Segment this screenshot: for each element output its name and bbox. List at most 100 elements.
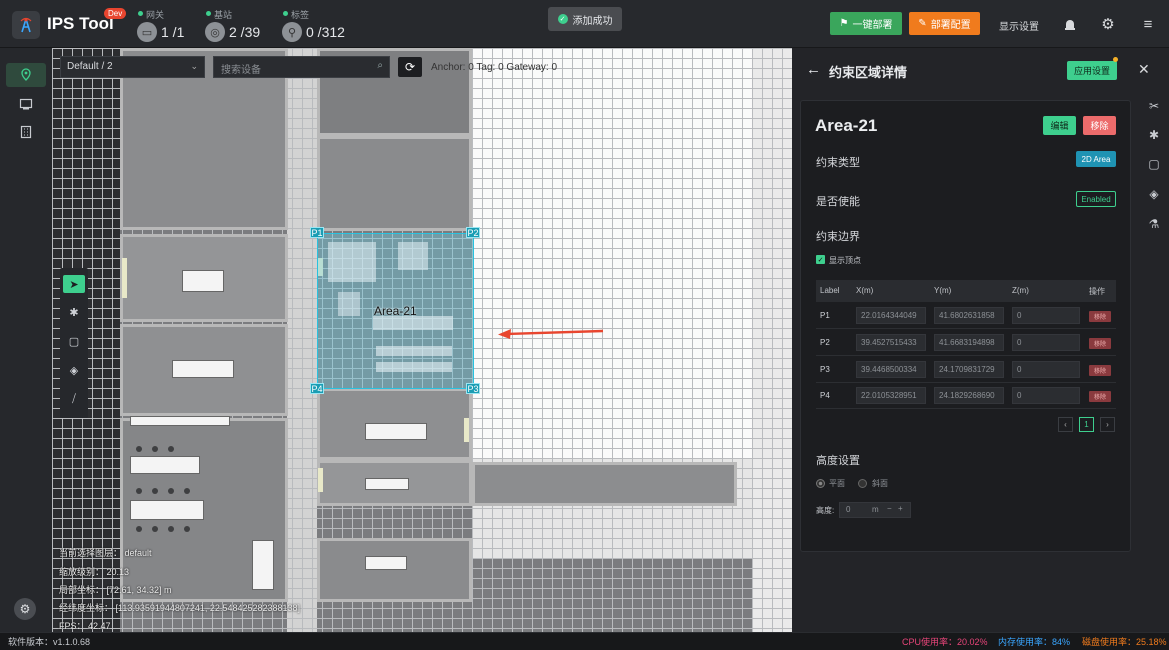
remove-button[interactable]: 移除	[1083, 116, 1116, 135]
flat-radio[interactable]	[816, 479, 825, 488]
apply-settings-button[interactable]: 应用设置	[1067, 61, 1117, 80]
chevron-down-icon: ⌄	[190, 61, 198, 71]
gear-icon[interactable]: ⚙	[1098, 14, 1118, 34]
alarm-icon[interactable]	[1060, 14, 1080, 34]
z-input[interactable]: 0	[1012, 387, 1080, 404]
map-tools: ➤ ✱ ▢ ◈ ⧸	[60, 268, 88, 418]
boundary-label: 约束边界	[816, 231, 860, 243]
menu-icon[interactable]: ≡	[1138, 14, 1158, 34]
remove-row-button[interactable]: 移除	[1089, 338, 1111, 349]
debug-tool-icon[interactable]: ✱	[63, 303, 85, 321]
back-arrow-icon[interactable]: ←	[806, 61, 821, 78]
vertex-p4[interactable]: P4	[310, 383, 324, 394]
minus-icon[interactable]: −	[887, 504, 892, 513]
col-op: 操作	[1089, 287, 1105, 296]
vertex-p3[interactable]: P3	[466, 383, 480, 394]
slope-label: 斜面	[872, 479, 888, 488]
z-input[interactable]: 0	[1012, 334, 1080, 351]
layers-tool-icon[interactable]: ◈	[63, 361, 85, 379]
gateway-stat: 网关 ▭ 1 /1	[137, 6, 197, 44]
layer-select[interactable]: Default / 2 ⌄	[60, 56, 205, 78]
y-input[interactable]: 24.1829268690	[934, 387, 1004, 404]
refresh-button[interactable]: ⟳	[398, 57, 422, 77]
device-counts: Anchor: 0 Tag: 0 Gateway: 0	[431, 62, 558, 73]
y-input[interactable]: 24.1709831729	[934, 361, 1004, 378]
tag-label: 标签	[291, 10, 310, 20]
page-number[interactable]: 1	[1079, 417, 1094, 432]
deploy-config-button[interactable]: ✎ 部署配置	[909, 12, 980, 35]
disk-usage: 磁盘使用率：25.18%	[1082, 637, 1167, 647]
z-input[interactable]: 0	[1012, 307, 1080, 324]
status-dot	[206, 11, 211, 16]
y-input[interactable]: 41.6683194898	[934, 334, 1004, 351]
show-vertices-label: 显示顶点	[829, 256, 861, 265]
slope-radio[interactable]	[858, 479, 867, 488]
search-placeholder: 搜索设备	[221, 65, 261, 76]
anchor-icon: ◎	[205, 22, 225, 42]
area-icon[interactable]: ▢	[1146, 156, 1162, 172]
red-arrow-icon	[498, 329, 604, 339]
tag-stat: 标签 ⚲ 0 /312	[282, 6, 346, 44]
tag-icon: ⚲	[282, 22, 302, 42]
table-row: P2 39.4527515433 41.6683194898 0 移除	[816, 330, 1116, 356]
row-label: P2	[820, 338, 830, 347]
height-unit: m	[872, 505, 879, 514]
x-input[interactable]: 22.0164344049	[856, 307, 926, 324]
plus-icon[interactable]: +	[898, 504, 903, 513]
layers-icon[interactable]: ◈	[1146, 186, 1162, 202]
remove-row-button[interactable]: 移除	[1089, 311, 1111, 322]
height-field-label: 高度:	[816, 506, 835, 515]
dev-badge: Dev	[104, 8, 127, 19]
remove-row-button[interactable]: 移除	[1089, 391, 1111, 402]
height-settings-label: 高度设置	[816, 455, 860, 467]
tools-icon[interactable]: ✂	[1146, 98, 1162, 114]
vertex-p2[interactable]: P2	[466, 227, 480, 238]
sidebar-item-devices[interactable]	[6, 92, 46, 116]
flask-icon[interactable]: ⚗	[1146, 216, 1162, 232]
check-icon: ✓	[557, 14, 568, 24]
z-input[interactable]: 0	[1012, 361, 1080, 378]
prev-page-icon[interactable]: ‹	[1058, 417, 1073, 432]
sidebar-item-building[interactable]	[6, 120, 46, 144]
close-icon[interactable]: ✕	[1138, 61, 1150, 78]
one-click-deploy-button[interactable]: ⚑ 一键部署	[830, 12, 902, 35]
area-label: Area-21	[374, 304, 417, 318]
next-page-icon[interactable]: ›	[1100, 417, 1115, 432]
cpu-usage: CPU使用率：20.02%	[902, 637, 988, 647]
refresh-icon: ⟳	[404, 60, 416, 74]
config-label: 部署配置	[930, 20, 971, 31]
layer-info: 当前选择图层： default	[59, 548, 152, 558]
enabled-badge[interactable]: Enabled	[1076, 191, 1116, 207]
vertex-p1[interactable]: P1	[310, 227, 324, 238]
ruler-tool-icon[interactable]: ⧸	[63, 390, 85, 408]
status-bar	[0, 632, 1169, 650]
y-input[interactable]: 41.6802631858	[934, 307, 1004, 324]
x-input[interactable]: 39.4527515433	[856, 334, 926, 351]
gateway-icon: ▭	[137, 22, 157, 42]
row-label: P1	[820, 311, 830, 320]
app-title: IPS Tool	[47, 14, 114, 33]
success-toast: ✓ 添加成功	[548, 7, 622, 31]
zoom-info: 缩放级别： 20.13	[59, 567, 130, 577]
layer-select-value: Default / 2	[67, 61, 113, 72]
device-search-input[interactable]: 搜索设备 ⌕	[213, 56, 390, 78]
settings-gear-icon[interactable]: ⚙	[14, 598, 36, 620]
deploy-icon: ⚑	[839, 18, 849, 29]
panel-title: 约束区域详情	[829, 65, 908, 80]
station-label: 基站	[214, 10, 233, 20]
bug-icon[interactable]: ✱	[1146, 127, 1162, 143]
height-input[interactable]: 0 m − +	[839, 502, 911, 518]
table-row: P4 22.0105328951 24.1829268690 0 移除	[816, 383, 1116, 409]
pointer-tool-icon[interactable]: ➤	[63, 275, 85, 293]
show-vertices-checkbox[interactable]: ✓	[816, 255, 825, 264]
remove-row-button[interactable]: 移除	[1089, 365, 1111, 376]
col-x: X(m)	[856, 286, 874, 295]
search-icon: ⌕	[377, 60, 383, 71]
sidebar-item-map[interactable]	[6, 63, 46, 87]
station-stat: 基站 ◎ 2 /39	[205, 6, 265, 44]
display-settings-link[interactable]: 显示设置	[999, 18, 1039, 33]
area-tool-icon[interactable]: ▢	[63, 332, 85, 350]
x-input[interactable]: 39.4468500334	[856, 361, 926, 378]
edit-button[interactable]: 编辑	[1043, 116, 1076, 135]
x-input[interactable]: 22.0105328951	[856, 387, 926, 404]
